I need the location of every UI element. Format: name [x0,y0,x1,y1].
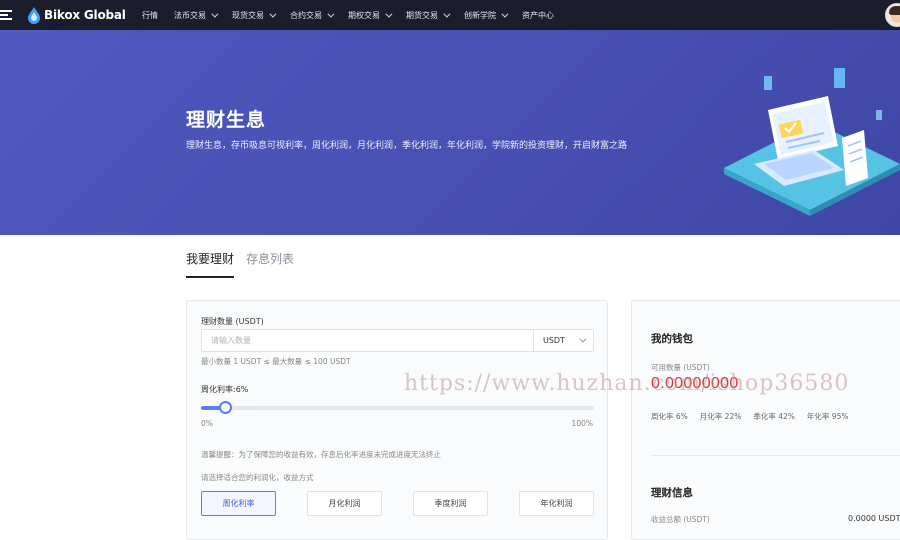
chevron-down-icon [269,10,277,18]
page-subtitle: 理财生息，存币吸息可视利率，周化利润，月化利润，季化利润，年化利润，学院新的投资… [186,141,628,151]
finance-info-title: 理财信息 [651,487,693,499]
nav-item[interactable]: 合约交易 [290,10,335,21]
nav-item-label: 创新学院 [464,10,496,20]
chevron-down-icon [211,10,219,18]
slider-thumb[interactable] [218,401,232,414]
chevron-down-icon [443,10,451,18]
invest-form-card: 理财数量 (USDT) USDT 最小数量 1 USDT ≤ 最大数量 ≤ 10… [186,300,608,540]
period-option-button[interactable]: 月化利润 [307,491,382,516]
page-title: 理财生息 [186,109,267,131]
chevron-down-icon [579,335,587,343]
avatar[interactable] [885,3,900,27]
wallet-balance: 0.00000000 [651,375,739,392]
unit-select-value: USDT [543,336,565,345]
rate-slider[interactable] [201,401,594,414]
nav-item-label: 资产中心 [522,10,554,20]
divider [651,455,900,456]
amount-field-group: USDT [201,329,594,352]
logo-drop-icon [28,7,40,24]
amount-input[interactable] [202,330,533,351]
chevron-down-icon [327,10,335,18]
nav-item-label: 合约交易 [290,10,322,20]
rate-item: 周化率 6% [651,412,688,421]
wallet-title: 我的钱包 [651,333,693,345]
slider-min-label: 0% [201,419,213,428]
period-option-button[interactable]: 周化利率 [201,491,276,516]
amount-limit-hint: 最小数量 1 USDT ≤ 最大数量 ≤ 100 USDT [201,357,351,366]
laptop-illustration-icon [724,68,900,216]
rate-label: 周化利率:6% [201,385,249,394]
period-options: 周化利率 月化利润 季度利润 年化利润 [201,491,594,516]
slider-max-label: 100% [571,419,593,428]
rate-item: 季化率 42% [753,412,795,421]
nav-item[interactable]: 创新学院 [464,10,509,21]
wallet-card: 我的钱包 可用数量 (USDT) 0.00000000 周化率 6% 月化率 22… [631,300,900,540]
tab[interactable]: 存息列表 [246,250,294,278]
hero-banner: 理财生息 理财生息，存币吸息可视利率，周化利润，月化利润，季化利润，年化利润，学… [0,30,900,235]
nav-item[interactable]: 期货交易 [406,10,451,21]
finance-tabs: 我要理财 存息列表 [186,250,294,278]
tab[interactable]: 我要理财 [186,250,235,278]
choose-method-label: 请选择适合您的利润化，收益方式 [201,473,314,482]
logo[interactable]: Bikox Global [27,3,126,27]
period-option-button[interactable]: 季度利润 [413,491,488,516]
nav-item-label: 期权交易 [348,10,380,20]
nav-item[interactable]: 资产中心 [522,10,554,21]
warning-text: 温馨提醒：为了保障您的收益有效，存息后化率进度未完成进度无法终止 [201,450,441,459]
rate-item: 年化率 95% [806,412,849,421]
nav-item-label: 行情 [142,10,158,20]
rate-summary: 周化率 6% 月化率 22% 季化率 42% 年化率 95% [651,411,848,422]
chevron-down-icon [385,10,393,18]
available-label: 可用数量 (USDT) [651,363,710,372]
period-option-button[interactable]: 年化利润 [519,491,594,516]
total-earnings-label: 收益总额 (USDT) [651,515,710,524]
nav-item[interactable]: 法币交易 [174,10,219,21]
nav-item-label: 期货交易 [406,10,438,20]
chevron-down-icon [501,10,509,18]
main-menu: 行情 法币交易 现货交易 合约交易 期权交易 期货交易 创新学院 资产中心 [142,0,570,30]
rate-item: 月化率 22% [699,412,742,421]
nav-item-label: 法币交易 [174,10,206,20]
nav-item-label: 现货交易 [232,10,264,20]
menu-toggle-icon[interactable] [0,10,12,20]
amount-label: 理财数量 (USDT) [201,317,264,326]
nav-item[interactable]: 现货交易 [232,10,277,21]
unit-select[interactable]: USDT [533,330,593,351]
logo-text: Bikox Global [44,8,126,22]
nav-item[interactable]: 行情 [142,10,158,21]
top-navigation-bar: Bikox Global 行情 法币交易 现货交易 合约交易 期权交易 期货交易 创新学院 资… [0,0,900,30]
nav-item[interactable]: 期权交易 [348,10,393,21]
